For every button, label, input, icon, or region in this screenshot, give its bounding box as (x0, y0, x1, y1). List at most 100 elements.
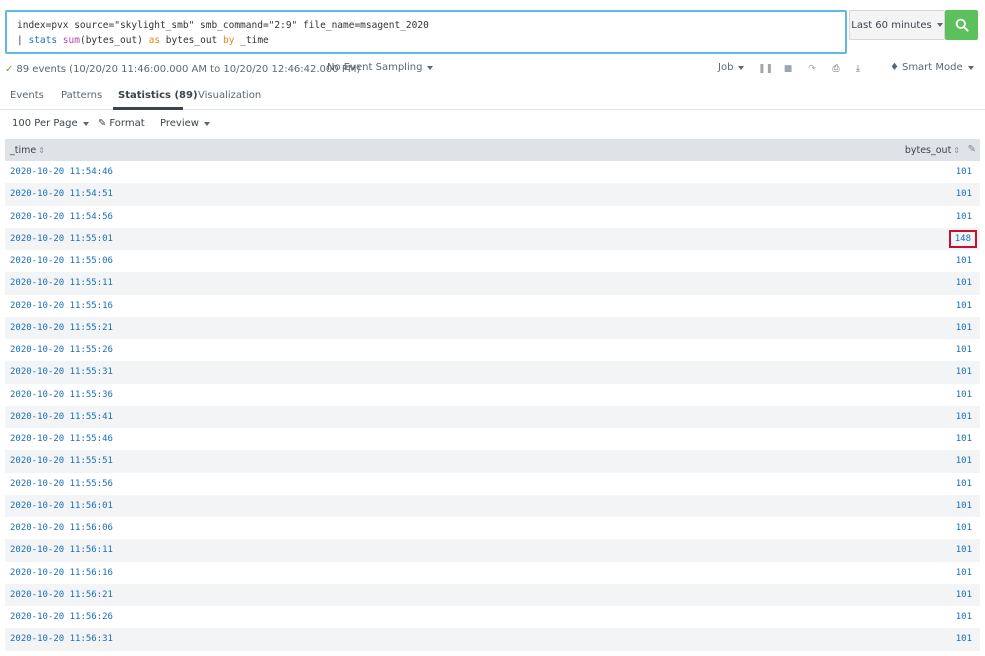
column-header-time-label: _time (10, 145, 37, 156)
tab-events[interactable]: Events (10, 90, 44, 101)
results-tabs: Events Patterns Statistics (89) Visualiz… (0, 82, 985, 110)
search-mode-dropdown[interactable]: ♦ Smart Mode (890, 62, 974, 73)
cell-bytes-out[interactable]: 101 (956, 612, 972, 622)
cell-time[interactable]: 2020-10-20 11:56:01 (10, 501, 113, 511)
table-row: 2020-10-20 11:56:31 101 (5, 628, 980, 651)
active-tab-indicator (113, 107, 183, 110)
tab-patterns[interactable]: Patterns (61, 90, 102, 101)
cell-time[interactable]: 2020-10-20 11:56:26 (10, 612, 113, 622)
preview-dropdown[interactable]: Preview (160, 118, 210, 129)
cell-time[interactable]: 2020-10-20 11:55:01 (10, 234, 113, 244)
caret-down-icon (738, 65, 745, 70)
cell-bytes-out[interactable]: 101 (956, 390, 972, 400)
cell-bytes-out-highlighted[interactable]: 148 (948, 229, 977, 248)
cell-bytes-out[interactable]: 101 (956, 412, 972, 422)
cell-time[interactable]: 2020-10-20 11:55:56 (10, 479, 113, 489)
cell-bytes-out[interactable]: 101 (956, 479, 972, 489)
per-page-dropdown[interactable]: 100 Per Page (12, 118, 89, 129)
time-range-label: Last 60 minutes (851, 19, 932, 31)
table-row: 2020-10-20 11:55:16 101 (5, 294, 980, 317)
preview-label: Preview (160, 118, 199, 129)
cell-time[interactable]: 2020-10-20 11:55:21 (10, 323, 113, 333)
cell-time[interactable]: 2020-10-20 11:55:31 (10, 367, 113, 377)
table-row: 2020-10-20 11:56:06 101 (5, 517, 980, 540)
cell-bytes-out[interactable]: 101 (956, 590, 972, 600)
cell-time[interactable]: 2020-10-20 11:55:46 (10, 434, 113, 444)
cell-bytes-out[interactable]: 101 (956, 456, 972, 466)
stop-icon[interactable]: ■ (782, 63, 794, 75)
format-label: Format (109, 118, 145, 129)
table-row: 2020-10-20 11:55:01 148 (5, 227, 980, 250)
cell-bytes-out[interactable]: 101 (956, 367, 972, 377)
cell-bytes-out[interactable]: 101 (956, 523, 972, 533)
query-args: (bytes_out) (79, 35, 149, 46)
event-count-status: ✓ 89 events (10/20/20 11:46:00.000 AM to… (5, 64, 360, 75)
cell-time[interactable]: 2020-10-20 11:56:16 (10, 568, 113, 578)
cell-bytes-out[interactable]: 101 (956, 634, 972, 644)
caret-down-icon (967, 65, 974, 70)
cell-bytes-out[interactable]: 101 (956, 301, 972, 311)
job-menu[interactable]: Job (718, 62, 745, 73)
export-icon[interactable]: ⤓ (852, 63, 864, 75)
cell-bytes-out[interactable]: 101 (956, 568, 972, 578)
cell-bytes-out[interactable]: 101 (956, 545, 972, 555)
query-tail: _time (234, 35, 269, 46)
table-row: 2020-10-20 11:55:11 101 (5, 272, 980, 295)
event-sampling-dropdown[interactable]: No Event Sampling (327, 62, 434, 73)
query-pipe: | (17, 35, 29, 46)
query-field: bytes_out (160, 35, 223, 46)
cell-time[interactable]: 2020-10-20 11:55:06 (10, 256, 113, 266)
edit-column-icon[interactable]: ✎ (968, 144, 976, 155)
column-header-time[interactable]: _time ⇕ (10, 145, 45, 156)
table-row: 2020-10-20 11:56:26 101 (5, 606, 980, 629)
time-range-picker[interactable]: Last 60 minutes (849, 10, 945, 40)
table-row: 2020-10-20 11:54:56 101 (5, 205, 980, 228)
cell-bytes-out[interactable]: 101 (956, 501, 972, 511)
pencil-icon: ✎ (98, 118, 107, 129)
cell-time[interactable]: 2020-10-20 11:56:11 (10, 545, 113, 555)
sort-icon: ⇕ (953, 146, 960, 155)
table-row: 2020-10-20 11:55:26 101 (5, 339, 980, 362)
cell-time[interactable]: 2020-10-20 11:55:41 (10, 412, 113, 422)
caret-down-icon (203, 121, 210, 126)
column-header-bytes-out[interactable]: bytes_out ⇕ (905, 145, 960, 156)
cell-bytes-out[interactable]: 101 (956, 345, 972, 355)
cell-time[interactable]: 2020-10-20 11:56:21 (10, 590, 113, 600)
cell-bytes-out[interactable]: 101 (956, 189, 972, 199)
cell-time[interactable]: 2020-10-20 11:55:51 (10, 456, 113, 466)
table-header: _time ⇕ bytes_out ⇕ ✎ (5, 139, 980, 161)
cell-bytes-out[interactable]: 101 (956, 212, 972, 222)
cell-bytes-out[interactable]: 101 (956, 434, 972, 444)
search-button[interactable] (945, 10, 978, 40)
cell-time[interactable]: 2020-10-20 11:55:26 (10, 345, 113, 355)
search-query-input[interactable]: index=pvx source="skylight_smb" smb_comm… (5, 10, 847, 54)
print-icon[interactable]: ⎙ (830, 63, 842, 75)
cell-time[interactable]: 2020-10-20 11:55:11 (10, 278, 113, 288)
cell-time[interactable]: 2020-10-20 11:55:16 (10, 301, 113, 311)
cell-bytes-out[interactable]: 101 (956, 278, 972, 288)
cell-time[interactable]: 2020-10-20 11:56:31 (10, 634, 113, 644)
event-count-text: 89 events (10/20/20 11:46:00.000 AM to 1… (16, 63, 361, 75)
cell-time[interactable]: 2020-10-20 11:54:46 (10, 167, 113, 177)
table-row: 2020-10-20 11:56:01 101 (5, 494, 980, 517)
job-status-bar: ✓ 89 events (10/20/20 11:46:00.000 AM to… (5, 60, 980, 78)
pause-icon[interactable]: ❚❚ (758, 63, 773, 75)
tab-statistics[interactable]: Statistics (89) (118, 90, 198, 101)
caret-down-icon (936, 23, 943, 27)
tab-visualization[interactable]: Visualization (198, 90, 261, 101)
format-button[interactable]: ✎ Format (98, 118, 145, 129)
query-line-1: index=pvx source="skylight_smb" smb_comm… (17, 20, 429, 31)
cell-time[interactable]: 2020-10-20 11:54:51 (10, 189, 113, 199)
share-icon[interactable]: ↷ (806, 63, 818, 75)
table-row: 2020-10-20 11:55:56 101 (5, 472, 980, 495)
cell-bytes-out[interactable]: 101 (956, 256, 972, 266)
table-row: 2020-10-20 11:56:11 101 (5, 539, 980, 562)
per-page-label: 100 Per Page (12, 118, 78, 129)
cell-bytes-out[interactable]: 101 (956, 167, 972, 177)
query-keyword-by: by (222, 35, 235, 46)
cell-time[interactable]: 2020-10-20 11:55:36 (10, 390, 113, 400)
cell-time[interactable]: 2020-10-20 11:54:56 (10, 212, 113, 222)
cell-bytes-out[interactable]: 101 (956, 323, 972, 333)
cell-time[interactable]: 2020-10-20 11:56:06 (10, 523, 113, 533)
search-mode-label: Smart Mode (901, 62, 963, 73)
